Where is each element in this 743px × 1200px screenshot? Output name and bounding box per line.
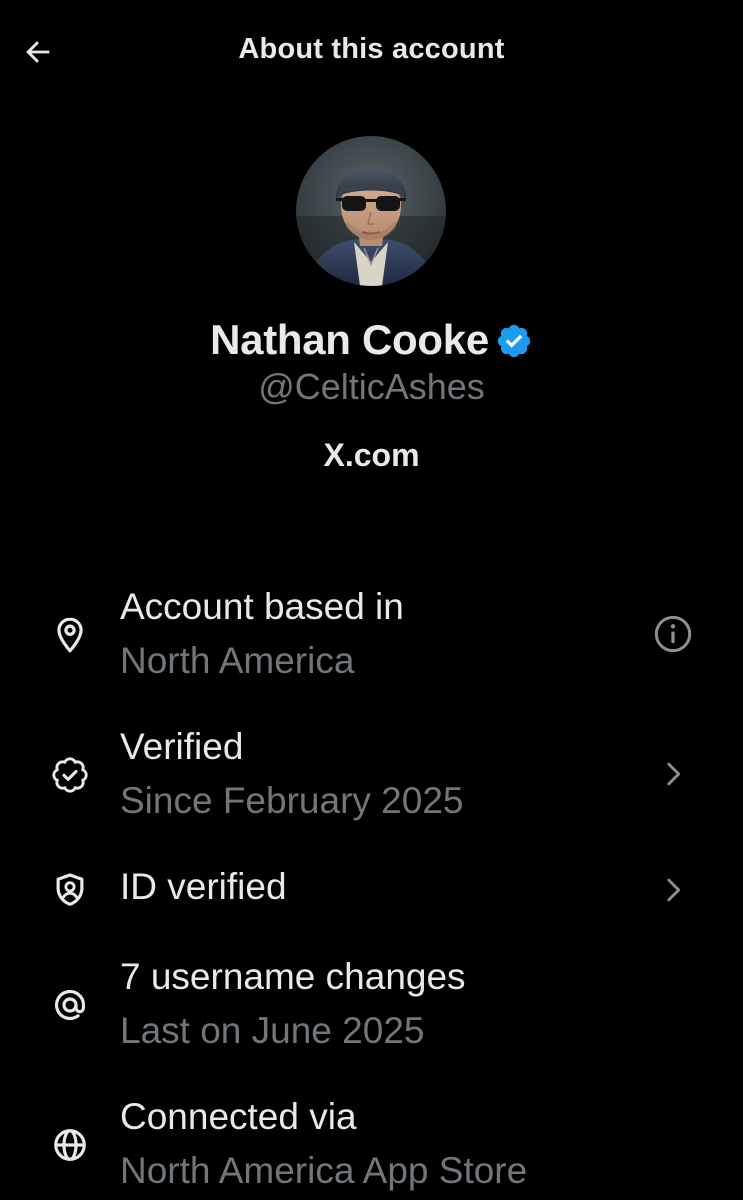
location-pin-icon bbox=[50, 615, 90, 655]
row-title: 7 username changes bbox=[120, 956, 466, 997]
row-title: ID verified bbox=[120, 866, 287, 907]
verified-badge-outline-icon bbox=[50, 755, 90, 795]
chevron-right-icon bbox=[653, 870, 693, 910]
page-title: About this account bbox=[238, 33, 505, 65]
row-verified[interactable]: Verified Since February 2025 bbox=[0, 720, 743, 830]
row-subtitle: Since February 2025 bbox=[120, 780, 464, 821]
id-shield-icon bbox=[50, 870, 90, 910]
row-account-based-in[interactable]: Account based in North America bbox=[0, 580, 743, 690]
avatar[interactable] bbox=[296, 136, 446, 286]
profile-name-row: Nathan Cooke bbox=[0, 312, 743, 368]
row-subtitle: Last on June 2025 bbox=[120, 1010, 425, 1051]
row-subtitle: North America App Store bbox=[120, 1150, 528, 1191]
row-title: Verified bbox=[120, 726, 244, 767]
info-icon[interactable] bbox=[653, 614, 693, 654]
globe-icon bbox=[50, 1125, 90, 1165]
profile-handle: @CelticAshes bbox=[258, 366, 485, 407]
row-connected-via: Connected via North America App Store bbox=[0, 1090, 743, 1200]
row-title: Account based in bbox=[120, 586, 404, 627]
chevron-right-icon bbox=[653, 754, 693, 794]
verified-badge-icon bbox=[495, 322, 533, 360]
row-username-changes: 7 username changes Last on June 2025 bbox=[0, 950, 743, 1060]
profile-site-link[interactable]: X.com bbox=[0, 437, 743, 474]
at-sign-icon bbox=[50, 985, 90, 1025]
row-subtitle: North America bbox=[120, 640, 355, 681]
profile-name: Nathan Cooke bbox=[210, 316, 489, 363]
row-id-verified[interactable]: ID verified bbox=[0, 860, 743, 920]
top-app-bar: About this account bbox=[0, 0, 743, 104]
profile-photo bbox=[296, 136, 446, 286]
row-title: Connected via bbox=[120, 1096, 357, 1137]
